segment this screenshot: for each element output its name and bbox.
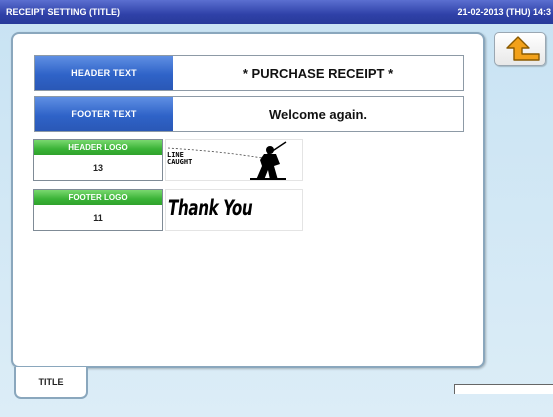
- footer-logo-image: Thank You: [165, 189, 303, 231]
- header-logo-number[interactable]: 13: [34, 155, 162, 180]
- title-bar: RECEIPT SETTING (TITLE) 21-02-2013 (THU)…: [0, 0, 553, 24]
- return-arrow-icon: [506, 36, 540, 61]
- header-logo-selector[interactable]: HEADER LOGO 13: [33, 139, 163, 181]
- footer-logo-text: Thank You: [168, 196, 253, 220]
- tab-title[interactable]: TITLE: [14, 367, 88, 399]
- settings-panel: HEADER TEXT * PURCHASE RECEIPT * FOOTER …: [11, 32, 485, 368]
- header-text-label[interactable]: HEADER TEXT: [35, 56, 173, 90]
- footer-logo-label[interactable]: FOOTER LOGO: [34, 190, 162, 205]
- window-title: RECEIPT SETTING (TITLE): [6, 7, 120, 17]
- header-logo-image: LINE CAUGHT: [165, 139, 303, 181]
- header-text-row[interactable]: HEADER TEXT * PURCHASE RECEIPT *: [34, 55, 464, 91]
- main-screen: HEADER TEXT * PURCHASE RECEIPT * FOOTER …: [0, 24, 553, 417]
- header-logo-text: LINE CAUGHT: [167, 151, 193, 166]
- back-button[interactable]: [494, 32, 546, 66]
- footer-text-value[interactable]: Welcome again.: [173, 97, 463, 131]
- footer-logo-selector[interactable]: FOOTER LOGO 11: [33, 189, 163, 231]
- header-logo-label[interactable]: HEADER LOGO: [34, 140, 162, 155]
- corner-frame: [454, 384, 553, 394]
- header-text-value[interactable]: * PURCHASE RECEIPT *: [173, 56, 463, 90]
- date-time: 21-02-2013 (THU) 14:3: [457, 7, 551, 17]
- footer-text-label[interactable]: FOOTER TEXT: [35, 97, 173, 131]
- footer-logo-number[interactable]: 11: [34, 205, 162, 230]
- footer-text-row[interactable]: FOOTER TEXT Welcome again.: [34, 96, 464, 132]
